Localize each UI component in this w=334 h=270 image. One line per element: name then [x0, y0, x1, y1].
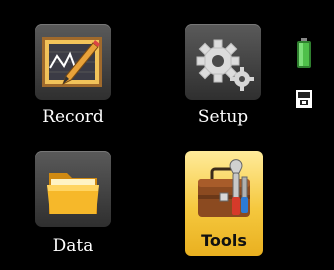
setup-tile[interactable] — [185, 24, 261, 100]
setup-label[interactable]: Setup — [168, 107, 278, 127]
folder-icon — [47, 173, 99, 214]
storage-card-icon — [296, 90, 312, 108]
toolbox-icon — [198, 159, 250, 217]
record-label[interactable]: Record — [18, 107, 128, 127]
chart-frame-icon — [42, 37, 102, 87]
data-label[interactable]: Data — [18, 236, 128, 256]
record-tile[interactable] — [35, 24, 111, 100]
battery-full-icon — [297, 38, 311, 68]
gear-icon — [196, 39, 254, 91]
data-tile[interactable] — [35, 151, 111, 227]
tools-label[interactable]: Tools — [185, 231, 263, 250]
